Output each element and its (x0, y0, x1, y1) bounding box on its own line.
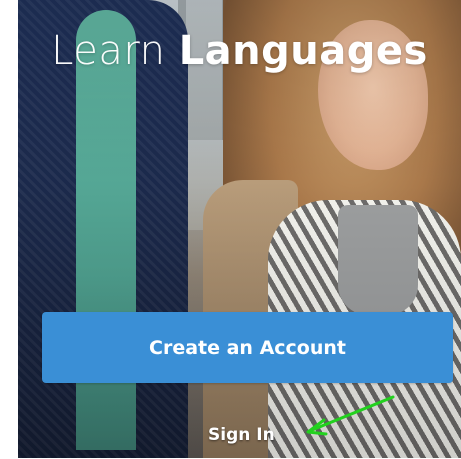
app-title: Learn Languages (18, 28, 461, 74)
annotation-arrow-icon (306, 395, 395, 436)
title-bold-text: Languages (178, 28, 428, 74)
title-light-text: Learn (51, 28, 179, 74)
welcome-screen: Learn Languages Create an Account Sign I… (18, 0, 461, 458)
create-account-button[interactable]: Create an Account (42, 312, 453, 383)
sign-in-link[interactable]: Sign In (208, 425, 275, 445)
